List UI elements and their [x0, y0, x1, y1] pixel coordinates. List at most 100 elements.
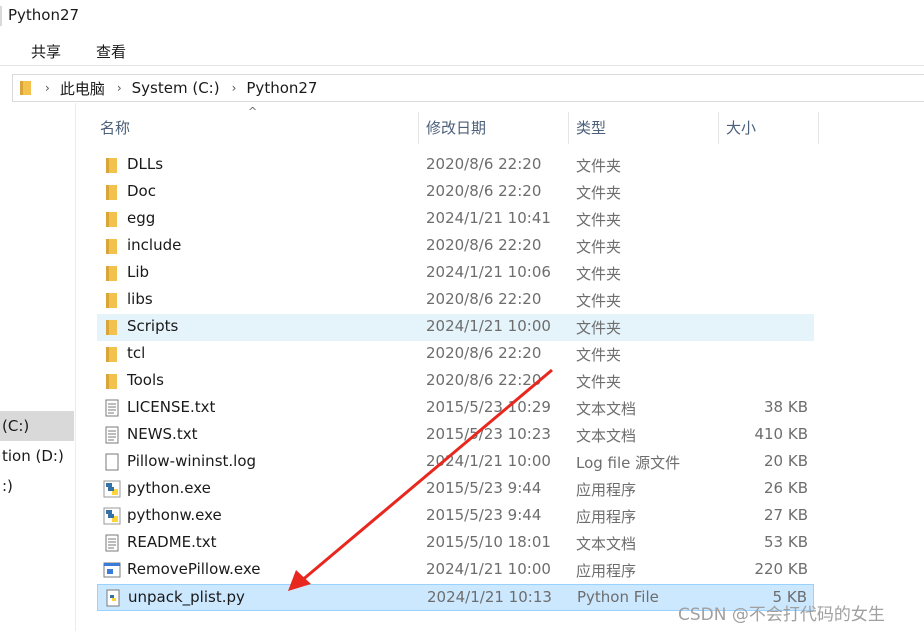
file-size: 20 KB: [764, 452, 808, 470]
file-type: 文本文档: [576, 535, 637, 553]
file-name: Pillow-wininst.log: [127, 452, 257, 470]
file-name: egg: [127, 209, 156, 227]
address-bar[interactable]: › 此电脑 › System (C:) › Python27: [12, 74, 924, 102]
tab-view[interactable]: 查看: [96, 41, 126, 62]
file-name: Scripts: [127, 317, 179, 335]
file-type: Log file 源文件: [576, 454, 681, 472]
python-exe-icon: [103, 507, 121, 525]
watermark: CSDN @不会打代码的女生: [678, 605, 885, 625]
file-row[interactable]: Doc 2020/8/6 22:20 文件夹: [97, 179, 814, 206]
chevron-right-icon[interactable]: ›: [45, 81, 50, 95]
file-row[interactable]: Scripts 2024/1/21 10:00 文件夹: [97, 314, 814, 341]
file-date: 2020/8/6 22:20: [426, 182, 542, 200]
folder-icon: [103, 318, 121, 336]
file-size: 53 KB: [764, 533, 808, 551]
file-type: 应用程序: [576, 508, 637, 526]
file-row[interactable]: Tools 2020/8/6 22:20 文件夹: [97, 368, 814, 395]
file-name: unpack_plist.py: [128, 588, 245, 606]
nav-item-drive[interactable]: :): [0, 471, 74, 501]
file-name: python.exe: [127, 479, 211, 497]
folder-icon: [103, 210, 121, 228]
file-row[interactable]: python.exe 2015/5/23 9:44 应用程序 26 KB: [97, 476, 814, 503]
navigation-pane: (C:) tion (D:) :): [0, 103, 76, 631]
file-name: LICENSE.txt: [127, 398, 216, 416]
column-header-name[interactable]: 名称: [92, 108, 130, 148]
window-title: Python27: [8, 6, 80, 24]
file-name: DLLs: [127, 155, 164, 173]
file-row[interactable]: LICENSE.txt 2015/5/23 10:29 文本文档 38 KB: [97, 395, 814, 422]
file-row[interactable]: libs 2020/8/6 22:20 文件夹: [97, 287, 814, 314]
tab-share[interactable]: 共享: [31, 41, 61, 62]
file-type: 文件夹: [576, 373, 622, 391]
file-row[interactable]: DLLs 2020/8/6 22:20 文件夹: [97, 152, 814, 179]
folder-icon: [103, 183, 121, 201]
folder-icon: [103, 156, 121, 174]
breadcrumb-python27[interactable]: Python27: [246, 79, 317, 97]
file-type: 文件夹: [576, 238, 622, 256]
file-type: 文件夹: [576, 292, 622, 310]
file-type: 文件夹: [576, 346, 622, 364]
file-row[interactable]: egg 2024/1/21 10:41 文件夹: [97, 206, 814, 233]
file-name: Tools: [127, 371, 164, 389]
file-row[interactable]: Pillow-wininst.log 2024/1/21 10:00 Log fil…: [97, 449, 814, 476]
column-header-type[interactable]: 类型: [568, 108, 606, 148]
column-divider[interactable]: [818, 112, 819, 144]
file-row[interactable]: include 2020/8/6 22:20 文件夹: [97, 233, 814, 260]
column-header-date[interactable]: 修改日期: [418, 108, 486, 148]
file-row[interactable]: README.txt 2015/5/10 18:01 文本文档 53 KB: [97, 530, 814, 557]
file-date: 2020/8/6 22:20: [426, 290, 542, 308]
file-date: 2015/5/23 10:23: [426, 425, 551, 443]
file-date: 2020/8/6 22:20: [426, 344, 542, 362]
file-type: Python File: [577, 588, 659, 606]
text-file-icon: [103, 426, 121, 444]
nav-item-d-drive[interactable]: tion (D:): [0, 441, 74, 471]
folder-icon: [103, 345, 121, 363]
file-size: 26 KB: [764, 479, 808, 497]
app-exe-icon: [103, 561, 121, 579]
chevron-right-icon[interactable]: ›: [232, 81, 237, 95]
file-row[interactable]: tcl 2020/8/6 22:20 文件夹: [97, 341, 814, 368]
file-name: pythonw.exe: [127, 506, 222, 524]
file-date: 2020/8/6 22:20: [426, 155, 542, 173]
file-name: NEWS.txt: [127, 425, 198, 443]
file-size: 27 KB: [764, 506, 808, 524]
file-size: 410 KB: [754, 425, 808, 443]
file-date: 2020/8/6 22:20: [426, 236, 542, 254]
column-header-size[interactable]: 大小: [718, 108, 756, 148]
file-size: 220 KB: [754, 560, 808, 578]
column-header-row: ^ 名称 修改日期 类型 大小: [84, 105, 819, 148]
file-date: 2024/1/21 10:00: [426, 317, 551, 335]
folder-icon: [19, 80, 33, 96]
title-bar: Python27: [0, 0, 924, 32]
file-type: 文件夹: [576, 265, 622, 283]
folder-icon: [103, 372, 121, 390]
file-type: 文件夹: [576, 184, 622, 202]
file-date: 2015/5/23 10:29: [426, 398, 551, 416]
file-type: 应用程序: [576, 481, 637, 499]
file-type: 文件夹: [576, 157, 622, 175]
python-file-icon: [104, 589, 122, 607]
text-file-icon: [103, 399, 121, 417]
file-name: README.txt: [127, 533, 217, 551]
file-name: RemovePillow.exe: [127, 560, 261, 578]
file-size: 38 KB: [764, 398, 808, 416]
chevron-right-icon[interactable]: ›: [117, 81, 122, 95]
file-type: 文本文档: [576, 427, 637, 445]
file-date: 2015/5/23 9:44: [426, 479, 542, 497]
file-row[interactable]: RemovePillow.exe 2024/1/21 10:00 应用程序 220 K…: [97, 557, 814, 584]
ribbon: 共享 查看: [0, 32, 924, 66]
file-name: Doc: [127, 182, 156, 200]
sort-ascending-icon: ^: [248, 105, 258, 118]
file-row[interactable]: NEWS.txt 2015/5/23 10:23 文本文档 410 KB: [97, 422, 814, 449]
log-file-icon: [103, 453, 121, 471]
file-row[interactable]: pythonw.exe 2015/5/23 9:44 应用程序 27 KB: [97, 503, 814, 530]
nav-item-c-drive[interactable]: (C:): [0, 411, 74, 441]
breadcrumb-this-pc[interactable]: 此电脑: [60, 78, 105, 99]
file-date: 2024/1/21 10:06: [426, 263, 551, 281]
folder-icon: [103, 291, 121, 309]
file-date: 2015/5/10 18:01: [426, 533, 551, 551]
window-edge: [0, 6, 2, 26]
breadcrumb-system-c[interactable]: System (C:): [132, 79, 220, 97]
file-row[interactable]: Lib 2024/1/21 10:06 文件夹: [97, 260, 814, 287]
file-type: 文件夹: [576, 211, 622, 229]
